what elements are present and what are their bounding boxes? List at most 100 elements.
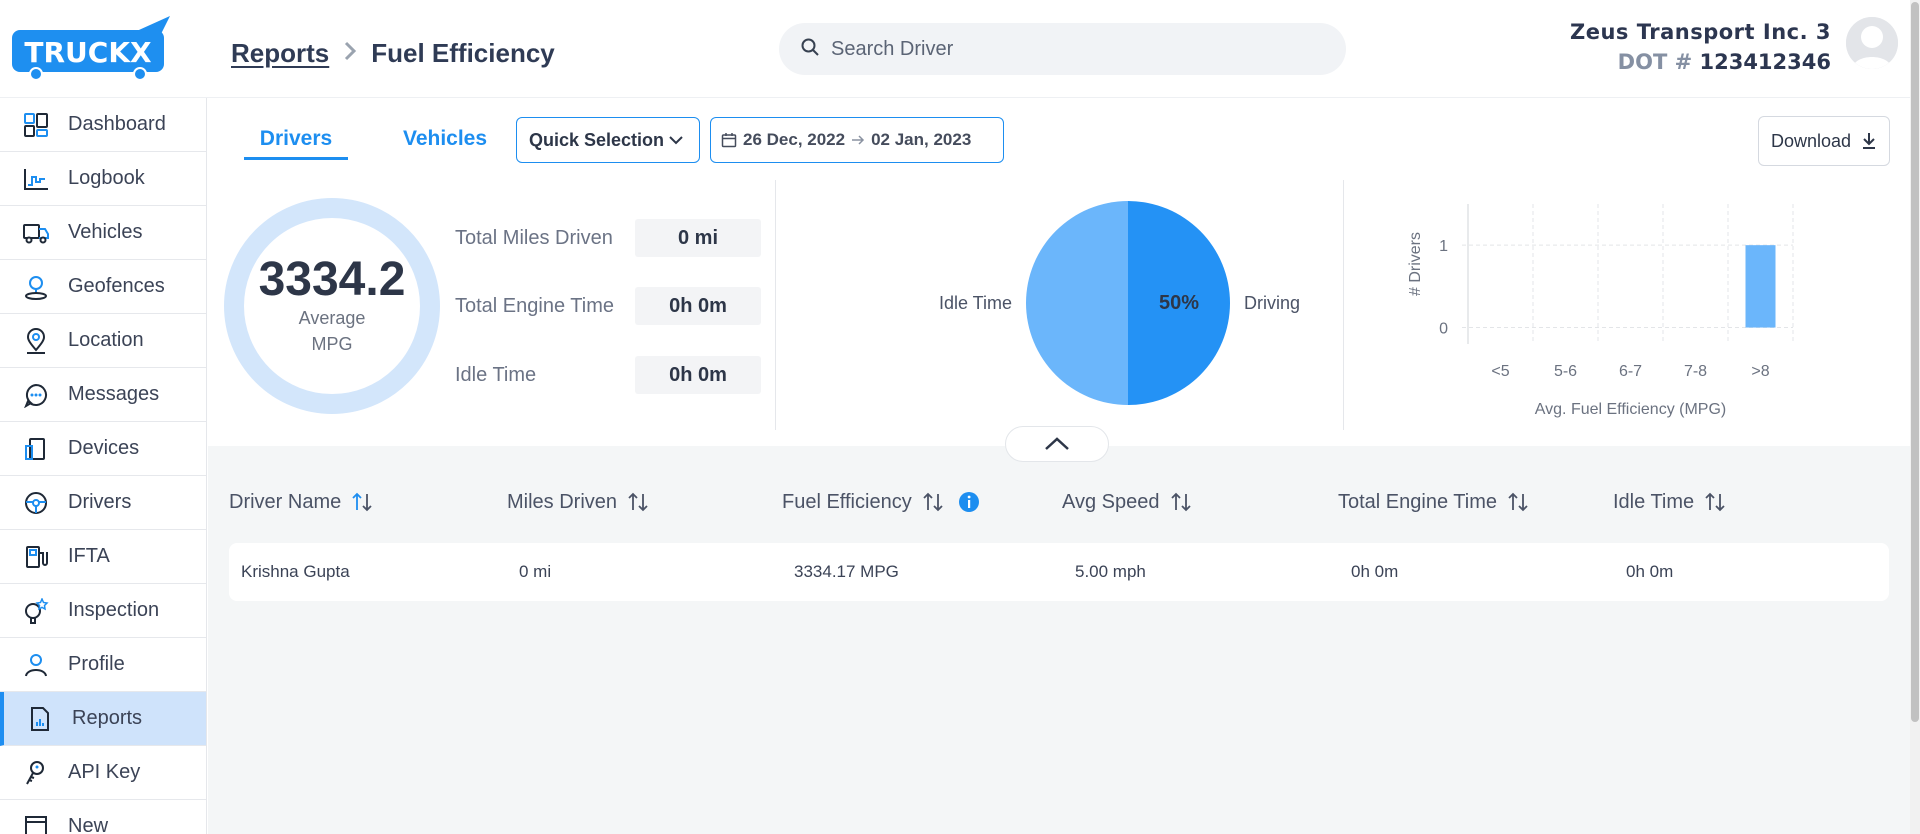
- sidebar-item-vehicles[interactable]: Vehicles: [0, 206, 206, 260]
- column-header-total-engine-time[interactable]: Total Engine Time: [1338, 484, 1529, 520]
- x-tick-label: >8: [1751, 363, 1769, 380]
- pie-category-label: Driving: [1244, 293, 1300, 313]
- sort-icon: [1170, 492, 1192, 512]
- report-toolbar: Drivers Vehicles Quick Selection 26 Dec,…: [208, 98, 1910, 178]
- stat-total-miles: Total Miles Driven 0 mi: [455, 219, 761, 257]
- top-header: TRUCKX Reports Fuel Efficiency Zeus Tran…: [0, 0, 1920, 98]
- collapse-summary-button[interactable]: [1005, 426, 1109, 462]
- scrollbar-thumb[interactable]: [1911, 2, 1919, 722]
- stat-value: 0 mi: [635, 219, 761, 257]
- truckx-logo[interactable]: TRUCKX: [10, 16, 180, 82]
- pie-slice-idle-time: [1026, 201, 1128, 405]
- device-icon: [22, 435, 50, 463]
- histogram-bar: [1745, 245, 1776, 328]
- stat-label: Idle Time: [455, 363, 537, 386]
- user-silhouette-icon: [1846, 17, 1898, 69]
- sidebar-item-geofences[interactable]: Geofences: [0, 260, 206, 314]
- cell-idle-time: 0h 0m: [1626, 562, 1674, 581]
- sidebar-item-reports[interactable]: Reports: [0, 692, 206, 746]
- sidebar-item-drivers[interactable]: Drivers: [0, 476, 206, 530]
- sidebar-item-label: Location: [68, 329, 144, 351]
- sidebar-item-profile[interactable]: Profile: [0, 638, 206, 692]
- breadcrumb-reports-link[interactable]: Reports: [231, 38, 329, 69]
- chevron-right-icon: [343, 40, 357, 68]
- column-header-label: Idle Time: [1613, 490, 1695, 513]
- column-header-fuel-efficiency[interactable]: Fuel Efficiency: [782, 484, 980, 520]
- info-icon[interactable]: [958, 491, 980, 513]
- download-label: Download: [1770, 130, 1852, 151]
- sort-icon: [627, 492, 649, 512]
- column-header-driver-name[interactable]: Driver Name: [229, 484, 373, 520]
- page-title: Fuel Efficiency: [371, 38, 555, 68]
- arrow-right-icon: [851, 134, 865, 146]
- dot-number-line: DOT # 123412346: [1570, 50, 1831, 74]
- stat-label: Total Engine Time: [455, 294, 614, 317]
- date-to: 02 Jan, 2023: [871, 130, 972, 149]
- column-header-label: Miles Driven: [507, 490, 618, 513]
- x-tick-label: 5-6: [1554, 363, 1577, 380]
- sidebar-item-location[interactable]: Location: [0, 314, 206, 368]
- sidebar-item-api-key[interactable]: API Key: [0, 746, 206, 800]
- sidebar-item-messages[interactable]: Messages: [0, 368, 206, 422]
- sidebar-item-label: Logbook: [68, 167, 145, 189]
- pie-category-label: Idle Time: [939, 293, 1012, 313]
- sidebar: Dashboard Logbook Vehicles Geofences Loc…: [0, 98, 207, 834]
- fuel-pump-icon: [22, 543, 50, 571]
- sidebar-item-logbook[interactable]: Logbook: [0, 152, 206, 206]
- report-icon: [26, 705, 54, 733]
- stat-value: 0h 0m: [635, 356, 761, 394]
- cell-total-engine-time: 0h 0m: [1351, 562, 1399, 581]
- column-header-avg-speed[interactable]: Avg Speed: [1062, 484, 1192, 520]
- download-button[interactable]: Download: [1758, 116, 1890, 166]
- column-header-label: Avg Speed: [1062, 490, 1160, 513]
- y-axis-label: # Drivers: [1407, 232, 1424, 296]
- breadcrumb: Reports Fuel Efficiency: [231, 38, 555, 69]
- stat-label: Total Miles Driven: [455, 226, 613, 249]
- sidebar-item-inspection[interactable]: Inspection: [0, 584, 206, 638]
- table-header: Driver Name Miles Driven Fuel Efficiency…: [229, 484, 1889, 520]
- quick-selection-dropdown[interactable]: Quick Selection: [516, 117, 700, 163]
- sidebar-item-label: Dashboard: [68, 113, 166, 135]
- idle-driving-pie-chart: 50% Idle Time Driving: [928, 198, 1328, 418]
- divider: [1343, 180, 1344, 430]
- sidebar-item-ifta[interactable]: IFTA: [0, 530, 206, 584]
- stat-total-engine-time: Total Engine Time 0h 0m: [455, 287, 761, 325]
- main-content: Drivers Vehicles Quick Selection 26 Dec,…: [208, 98, 1910, 834]
- average-mpg-label: Average MPG: [298, 308, 366, 354]
- avatar[interactable]: [1846, 17, 1898, 69]
- column-header-label: Total Engine Time: [1338, 490, 1497, 513]
- steering-wheel-icon: [22, 489, 50, 517]
- search-driver-input[interactable]: [831, 37, 1311, 61]
- stat-idle-time: Idle Time 0h 0m: [455, 356, 761, 394]
- pie-data-label: 50%: [1159, 292, 1199, 314]
- column-header-label: Fuel Efficiency: [782, 490, 912, 513]
- chat-icon: [22, 381, 50, 409]
- page-scrollbar[interactable]: [1910, 0, 1920, 834]
- sidebar-item-new[interactable]: New: [0, 800, 206, 834]
- date-range-picker[interactable]: 26 Dec, 2022 02 Jan, 2023: [710, 117, 1004, 163]
- tab-drivers[interactable]: Drivers: [244, 118, 348, 160]
- sidebar-item-label: Profile: [68, 653, 125, 675]
- sort-icon: [351, 492, 373, 512]
- cell-driver-name[interactable]: Krishna Gupta: [241, 543, 350, 601]
- search-box[interactable]: [779, 23, 1346, 75]
- x-axis-label: Avg. Fuel Efficiency (MPG): [1535, 401, 1726, 418]
- sidebar-item-devices[interactable]: Devices: [0, 422, 206, 476]
- column-header-idle-time[interactable]: Idle Time: [1613, 484, 1726, 520]
- sidebar-item-label: API Key: [68, 761, 141, 783]
- sidebar-item-label: Vehicles: [68, 221, 143, 243]
- sidebar-item-dashboard[interactable]: Dashboard: [0, 98, 206, 152]
- date-from: 26 Dec, 2022: [743, 130, 846, 149]
- tab-vehicles[interactable]: Vehicles: [390, 118, 500, 160]
- y-tick-label: 1: [1439, 238, 1448, 255]
- cell-miles-driven: 0 mi: [519, 562, 552, 581]
- y-tick-label: 0: [1439, 321, 1448, 338]
- column-header-miles-driven[interactable]: Miles Driven: [507, 484, 649, 520]
- new-icon: [22, 813, 50, 834]
- logbook-icon: [22, 165, 50, 193]
- sort-icon: [1704, 492, 1726, 512]
- sort-icon: [1507, 492, 1529, 512]
- sidebar-item-label: Geofences: [68, 275, 165, 297]
- chevron-up-icon: [1044, 437, 1070, 451]
- table-row[interactable]: Krishna Gupta 0 mi 3334.17 MPG 5.00 mph …: [229, 543, 1889, 601]
